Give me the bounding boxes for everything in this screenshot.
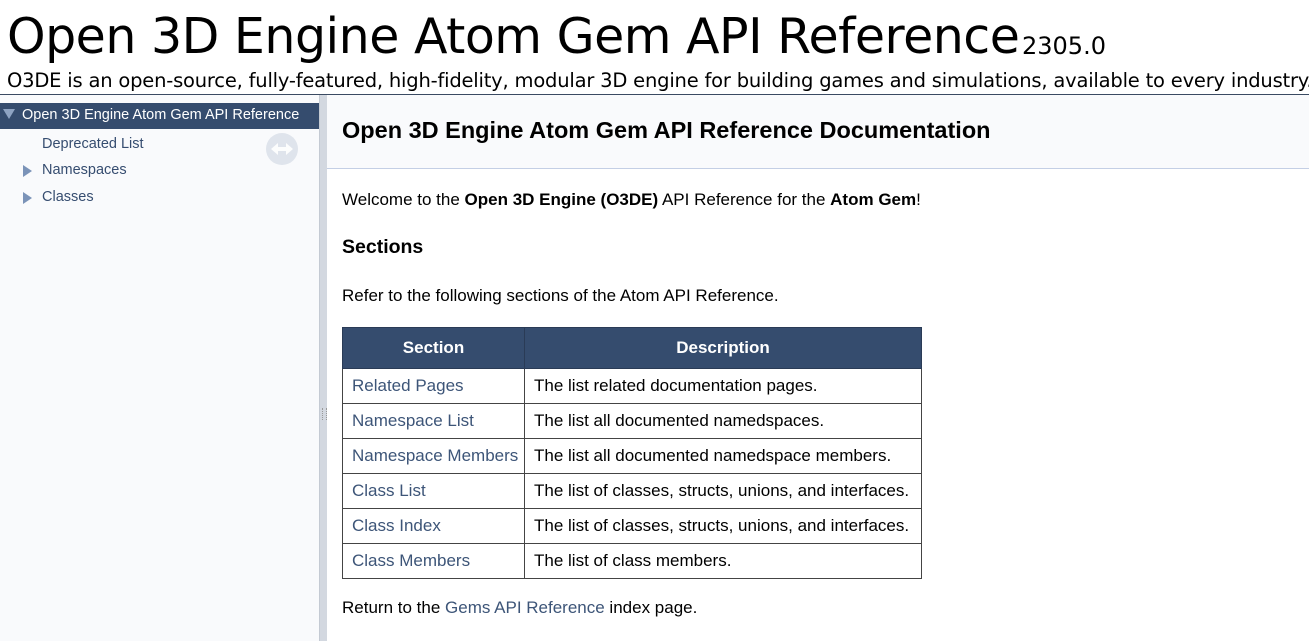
nav-item-namespaces[interactable]: Namespaces — [42, 162, 127, 178]
table-row: Class Index The list of classes, structs… — [342, 508, 922, 544]
page-header: Open 3D Engine Atom Gem API Reference Do… — [327, 95, 1309, 169]
sections-intro: Refer to the following sections of the A… — [342, 286, 779, 305]
nav-splitter[interactable] — [319, 95, 327, 641]
doc-content: Open 3D Engine Atom Gem API Reference Do… — [327, 95, 1309, 641]
namespace-members-link[interactable]: Namespace Members — [352, 446, 518, 465]
table-row: Namespace Members The list all documente… — [342, 438, 922, 474]
related-pages-link[interactable]: Related Pages — [352, 376, 464, 395]
table-row: Namespace List The list all documented n… — [342, 403, 922, 439]
namespace-list-link[interactable]: Namespace List — [352, 411, 474, 430]
sections-table: Section Description Related Pages The li… — [342, 327, 922, 579]
sync-icon[interactable] — [266, 133, 298, 165]
table-row: Related Pages The list related documenta… — [342, 368, 922, 404]
footer-text: Return to the Gems API Reference index p… — [342, 598, 698, 617]
gems-api-reference-link[interactable]: Gems API Reference — [445, 598, 605, 617]
title-area: Open 3D Engine Atom Gem API Reference 23… — [0, 0, 1309, 94]
table-row: Class List The list of classes, structs,… — [342, 473, 922, 509]
table-header-section: Section — [342, 327, 525, 369]
class-list-link[interactable]: Class List — [352, 481, 426, 500]
table-cell-description: The list of classes, structs, unions, an… — [524, 473, 922, 509]
nav-item-selected[interactable]: Open 3D Engine Atom Gem API Reference — [0, 103, 319, 129]
nav-item-classes[interactable]: Classes — [42, 189, 94, 205]
welcome-text: Welcome to the Open 3D Engine (O3DE) API… — [342, 190, 921, 209]
table-cell-description: The list all documented namedspaces. — [524, 403, 922, 439]
table-cell-description: The list of classes, structs, unions, an… — [524, 508, 922, 544]
sections-heading: Sections — [342, 236, 424, 258]
page-title: Open 3D Engine Atom Gem API Reference Do… — [342, 117, 991, 143]
project-name: Open 3D Engine Atom Gem API Reference — [7, 8, 1020, 65]
table-header-description: Description — [524, 327, 922, 369]
nav-item-deprecated-list[interactable]: Deprecated List — [42, 136, 144, 152]
project-number: 2305.0 — [1022, 32, 1106, 60]
project-brief: O3DE is an open-source, fully-featured, … — [7, 69, 1309, 92]
table-cell-description: The list all documented namedspace membe… — [524, 438, 922, 474]
nav-item-label: Open 3D Engine Atom Gem API Reference — [22, 107, 300, 123]
class-index-link[interactable]: Class Index — [352, 516, 441, 535]
table-row: Class Members The list of class members. — [342, 543, 922, 579]
triangle-down-icon[interactable] — [3, 109, 15, 119]
table-cell-description: The list related documentation pages. — [524, 368, 922, 404]
triangle-right-icon[interactable] — [23, 165, 32, 177]
side-nav: Open 3D Engine Atom Gem API Reference De… — [0, 95, 319, 641]
triangle-right-icon[interactable] — [23, 192, 32, 204]
class-members-link[interactable]: Class Members — [352, 551, 470, 570]
table-cell-description: The list of class members. — [524, 543, 922, 579]
